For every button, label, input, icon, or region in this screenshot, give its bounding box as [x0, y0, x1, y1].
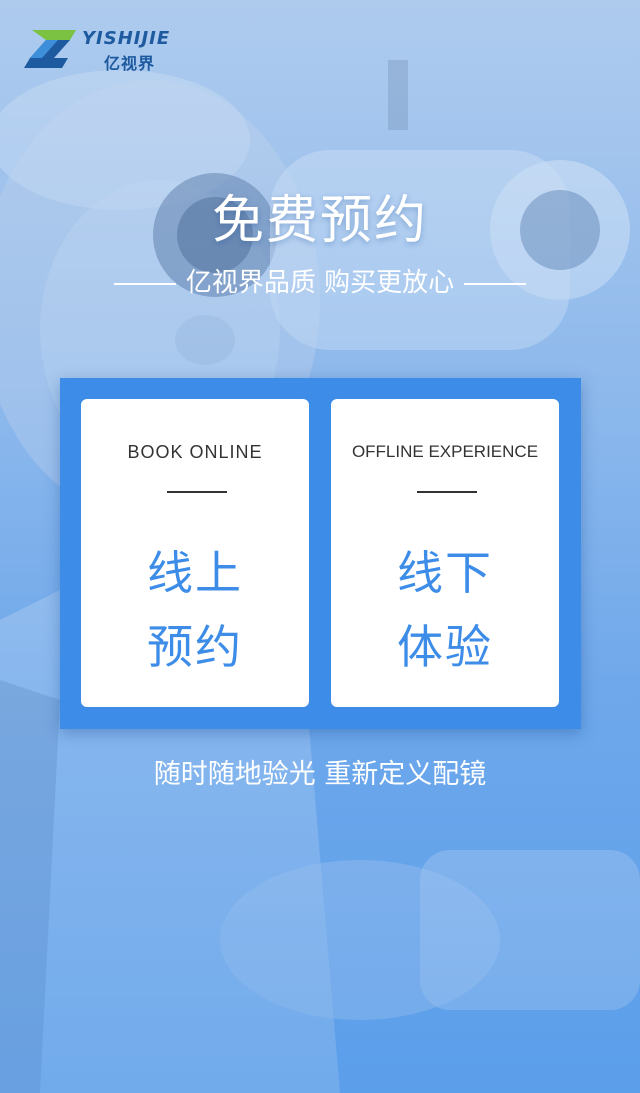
- card-title-line2: 体验: [397, 620, 493, 674]
- page-title: 免费预约: [211, 191, 428, 251]
- subtitle-divider-right: [464, 282, 527, 285]
- booking-page: YISHIJIE 亿视界 免费预约 亿视界品质 购买更放心 BOOK ONLIN…: [0, 0, 640, 1093]
- offline-experience-card[interactable]: OFFLINE EXPERIENCE 线下 体验: [331, 399, 559, 707]
- logo-mark-icon: [24, 30, 76, 68]
- book-online-card[interactable]: BOOK ONLINE 线上 预约: [81, 399, 309, 707]
- tagline: 随时随地验光 重新定义配镜: [153, 759, 487, 790]
- card-divider: [417, 491, 477, 493]
- page-subtitle: 亿视界品质 购买更放心: [0, 262, 640, 299]
- card-divider: [167, 491, 227, 493]
- booking-options-panel: BOOK ONLINE 线上 预约 OFFLINE EXPERIENCE 线下 …: [60, 378, 581, 729]
- card-title-line2: 预约: [147, 620, 243, 674]
- card-title-line1: 线上: [147, 546, 243, 600]
- subtitle-divider-left: [113, 282, 176, 285]
- card-title-line1: 线下: [397, 546, 493, 600]
- brand-logo[interactable]: YISHIJIE 亿视界: [24, 26, 214, 73]
- card-label-en: OFFLINE EXPERIENCE: [351, 442, 539, 461]
- card-label-en: BOOK ONLINE: [127, 442, 263, 462]
- brand-name-en: YISHIJIE: [82, 28, 171, 49]
- brand-name-cn: 亿视界: [104, 54, 156, 73]
- subtitle-text: 亿视界品质 购买更放心: [185, 268, 455, 298]
